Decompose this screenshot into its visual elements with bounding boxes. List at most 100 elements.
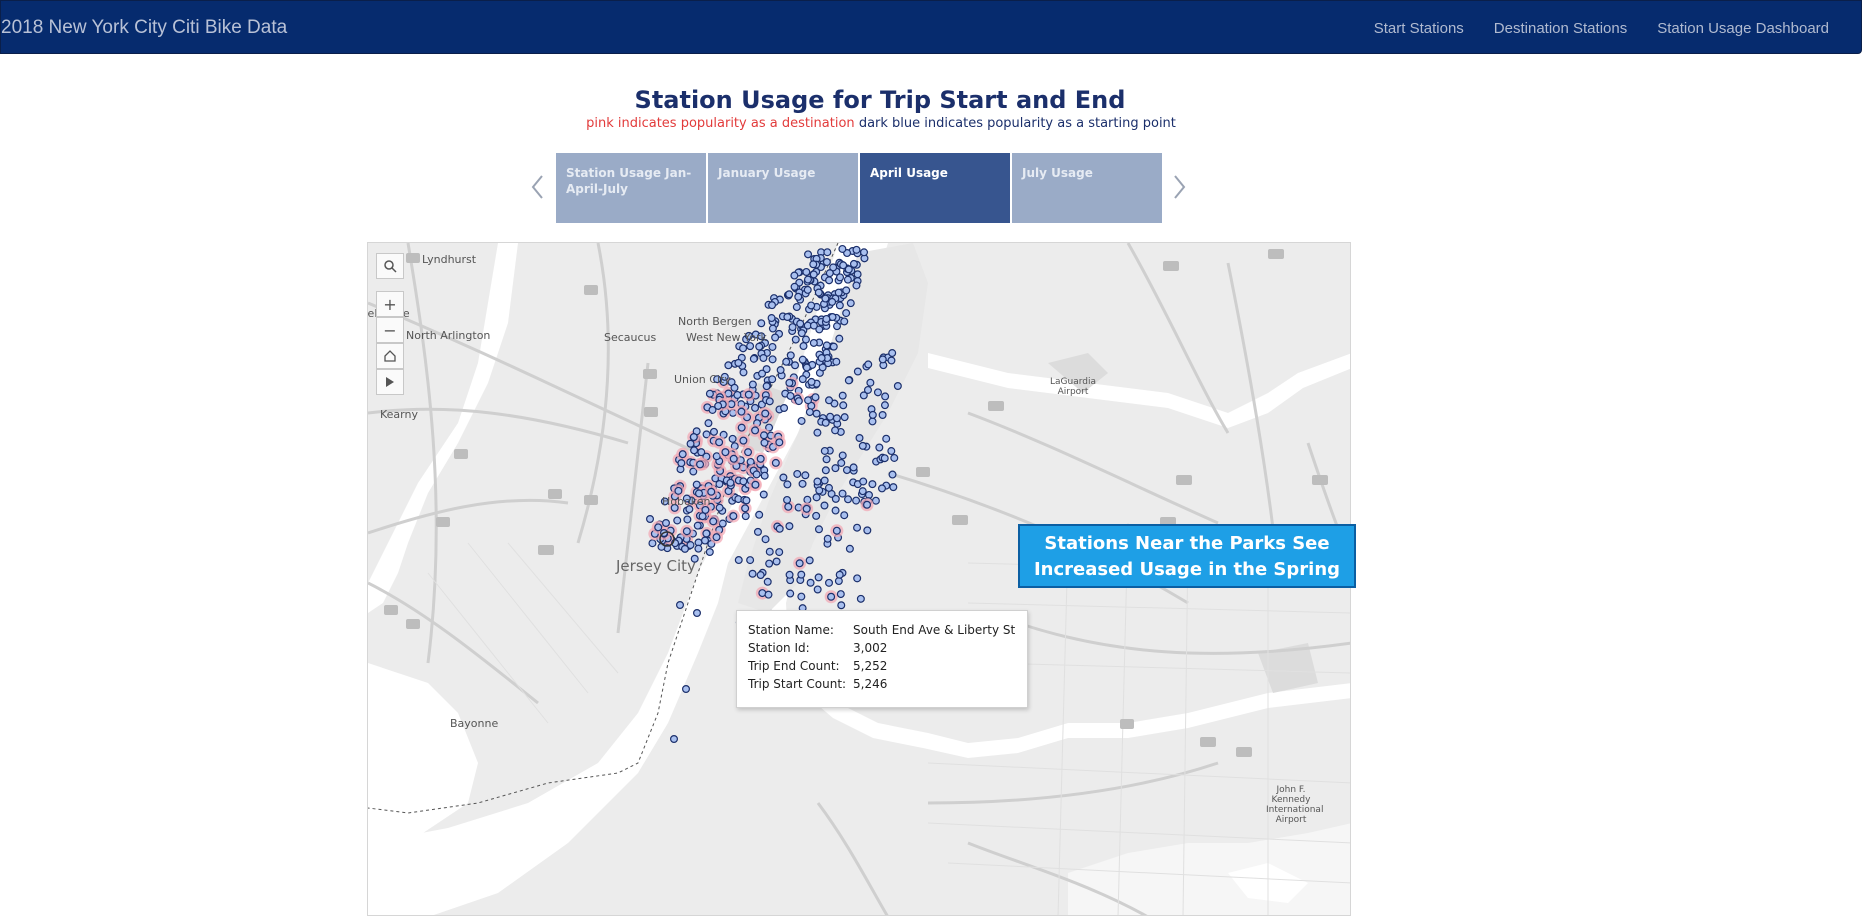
station-dot[interactable] — [858, 441, 867, 450]
station-dot[interactable] — [823, 534, 832, 543]
station-dot[interactable] — [852, 496, 861, 505]
station-dot[interactable] — [758, 369, 767, 378]
station-dot[interactable] — [837, 601, 846, 610]
station-dot[interactable] — [678, 450, 687, 459]
station-dot[interactable] — [785, 290, 794, 299]
station-dot[interactable] — [814, 573, 823, 582]
station-dot[interactable] — [813, 585, 822, 594]
station-dot[interactable] — [813, 428, 822, 437]
station-dot[interactable] — [744, 390, 753, 399]
station-dot[interactable] — [853, 270, 862, 279]
station-dot[interactable] — [873, 388, 882, 397]
station-dot[interactable] — [793, 469, 802, 478]
station-dot[interactable] — [825, 269, 834, 278]
station-dot[interactable] — [803, 495, 812, 504]
nav-destination-stations[interactable]: Destination Stations — [1494, 20, 1627, 37]
station-dot[interactable] — [772, 557, 781, 566]
station-dot[interactable] — [807, 301, 816, 310]
station-dot[interactable] — [696, 460, 705, 469]
station-dot[interactable] — [782, 357, 791, 366]
station-dot[interactable] — [744, 448, 753, 457]
station-dot[interactable] — [757, 319, 766, 328]
station-dot[interactable] — [821, 418, 830, 427]
tab-january-usage[interactable]: January Usage — [708, 153, 858, 223]
station-dot[interactable] — [780, 404, 789, 413]
station-dot[interactable] — [751, 403, 760, 412]
tab-station-usage-jan-april-july[interactable]: Station Usage Jan-April-July — [556, 153, 706, 223]
station-dot[interactable] — [797, 416, 806, 425]
station-dot[interactable] — [786, 589, 795, 598]
station-dot[interactable] — [887, 356, 896, 365]
station-dot[interactable] — [809, 321, 818, 330]
station-dot[interactable] — [709, 427, 718, 436]
station-dot[interactable] — [822, 341, 831, 350]
station-dot[interactable] — [832, 526, 841, 535]
station-dot[interactable] — [759, 490, 768, 499]
station-dot[interactable] — [790, 282, 799, 291]
station-dot[interactable] — [689, 433, 698, 442]
station-dot[interactable] — [858, 487, 867, 496]
brand-title[interactable]: 2018 New York City Citi Bike Data — [1, 17, 287, 39]
station-dot[interactable] — [871, 496, 880, 505]
nav-start-stations[interactable]: Start Stations — [1374, 20, 1464, 37]
tab-april-usage[interactable]: April Usage — [860, 153, 1010, 223]
station-dot[interactable] — [831, 506, 840, 515]
station-dot[interactable] — [888, 470, 897, 479]
station-dot[interactable] — [855, 433, 864, 442]
station-dot[interactable] — [845, 544, 854, 553]
station-dot[interactable] — [739, 344, 748, 353]
station-dot[interactable] — [825, 396, 834, 405]
station-dot[interactable] — [836, 273, 845, 282]
station-dot[interactable] — [739, 436, 748, 445]
station-dot[interactable] — [842, 309, 851, 318]
station-dot[interactable] — [771, 458, 780, 467]
station-dot[interactable] — [868, 410, 877, 419]
station-dot[interactable] — [826, 412, 835, 421]
station-dot[interactable] — [715, 438, 724, 447]
station-dot[interactable] — [824, 483, 833, 492]
station-dot[interactable] — [686, 439, 695, 448]
station-dot[interactable] — [712, 533, 721, 542]
station-dot[interactable] — [831, 494, 840, 503]
station-dot[interactable] — [784, 502, 793, 511]
station-dot[interactable] — [786, 351, 795, 360]
station-dot[interactable] — [785, 522, 794, 531]
station-dot[interactable] — [760, 438, 769, 447]
station-dot[interactable] — [798, 479, 807, 488]
station-dot[interactable] — [829, 342, 838, 351]
station-dot[interactable] — [648, 539, 657, 548]
station-dot[interactable] — [844, 376, 853, 385]
previous-story-arrow-icon[interactable] — [528, 172, 548, 202]
station-dot[interactable] — [755, 510, 764, 519]
station-dot[interactable] — [803, 285, 812, 294]
station-dot[interactable] — [878, 355, 887, 364]
station-dot[interactable] — [794, 397, 803, 406]
station-dot[interactable] — [893, 381, 902, 390]
station-dot[interactable] — [755, 342, 764, 351]
station-dot[interactable] — [783, 495, 792, 504]
station-dot[interactable] — [837, 458, 846, 467]
nav-station-usage-dashboard[interactable]: Station Usage Dashboard — [1657, 20, 1829, 37]
station-dot[interactable] — [887, 447, 896, 456]
station-dot[interactable] — [683, 515, 692, 524]
station-dot[interactable] — [842, 286, 851, 295]
station-dot[interactable] — [721, 448, 730, 457]
station-dot[interactable] — [863, 385, 872, 394]
station-dot[interactable] — [866, 378, 875, 387]
station-dot[interactable] — [718, 519, 727, 528]
station-dot[interactable] — [795, 559, 804, 568]
station-dot[interactable] — [739, 368, 748, 377]
station-dot[interactable] — [838, 489, 847, 498]
station-dot[interactable] — [814, 525, 823, 534]
station-dot[interactable] — [840, 317, 849, 326]
station-dot[interactable] — [882, 434, 891, 443]
station-dot[interactable] — [673, 516, 682, 525]
station-dot[interactable] — [839, 401, 848, 410]
station-dot[interactable] — [786, 391, 795, 400]
station-dot[interactable] — [749, 354, 758, 363]
station-dot[interactable] — [767, 314, 776, 323]
station-dot[interactable] — [698, 512, 707, 521]
station-dot[interactable] — [756, 571, 765, 580]
station-dot[interactable] — [812, 409, 821, 418]
station-dot[interactable] — [831, 464, 840, 473]
